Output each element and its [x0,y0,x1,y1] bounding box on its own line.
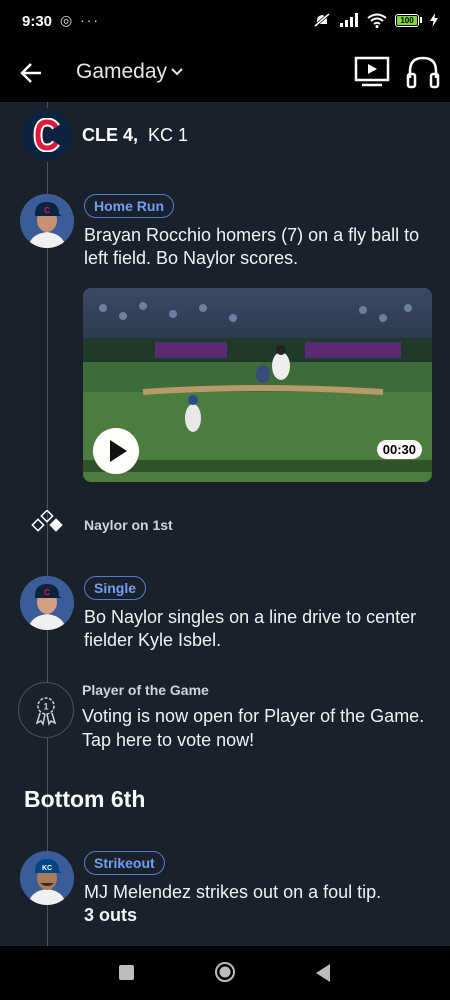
charging-icon [430,13,438,27]
inning-heading: Bottom 6th [24,786,146,812]
home-icon[interactable] [214,961,236,983]
bases-diamond-icon [30,510,66,538]
system-icons: 100 [313,12,438,28]
player-avatar: C [20,194,74,248]
play-type-badge: Strikeout [84,851,165,875]
player-avatar: KC [20,851,74,905]
cle-score: CLE 4, [82,124,139,145]
play-description: Brayan Rocchio homers (7) on a fly ball … [84,225,420,268]
headphones-icon[interactable] [406,54,440,90]
play-icon[interactable] [93,428,139,474]
gameday-dropdown[interactable]: Gameday [76,60,183,84]
award-ribbon-icon: 1 [18,682,74,738]
potg-description: Voting is now open for Player of the Gam… [82,706,425,750]
outs-count: 3 outs [84,905,138,925]
score-row: CLE 4, KC 1 [20,108,188,162]
player-avatar: C [20,576,74,630]
runner-status: Naylor on 1st [84,517,173,533]
strikeout-text: MJ Melendez strikes out on a foul tip. [84,882,382,902]
cle-logo-icon [20,108,74,162]
back-arrow-icon[interactable] [18,58,48,88]
nav-back-icon[interactable] [314,963,332,983]
play-type-badge: Single [84,576,147,600]
wifi-icon [367,13,387,28]
mute-icon [314,12,330,28]
kc-score: KC 1 [148,124,189,145]
chevron-down-icon [171,68,183,76]
video-duration: 00:30 [376,440,422,459]
battery-level: 100 [397,15,417,25]
play-type-badge: Home Run [84,194,174,218]
app-bar: Gameday [0,44,450,102]
svg-text:1: 1 [43,702,48,712]
status-bar: 9:30 ◎ ··· 100 [0,0,450,44]
play-description: MJ Melendez strikes out on a foul tip. 3… [84,881,434,927]
svg-text:C: C [44,588,50,597]
highlight-video[interactable]: 00:30 [83,288,432,482]
status-time: 9:30 [22,13,53,30]
potg-label: Player of the Game [82,682,209,698]
signal-icon [340,13,358,27]
game-score: CLE 4, KC 1 [82,125,188,146]
recents-icon[interactable] [119,965,134,980]
play-description: Bo Naylor singles on a line drive to cen… [84,607,417,650]
svg-text:KC: KC [42,865,52,872]
page-title: Gameday [76,60,168,83]
battery-icon: 100 [395,13,422,27]
svg-text:C: C [44,206,50,215]
tv-play-icon[interactable] [354,55,390,89]
notification-icons: ◎ ··· [60,12,101,28]
